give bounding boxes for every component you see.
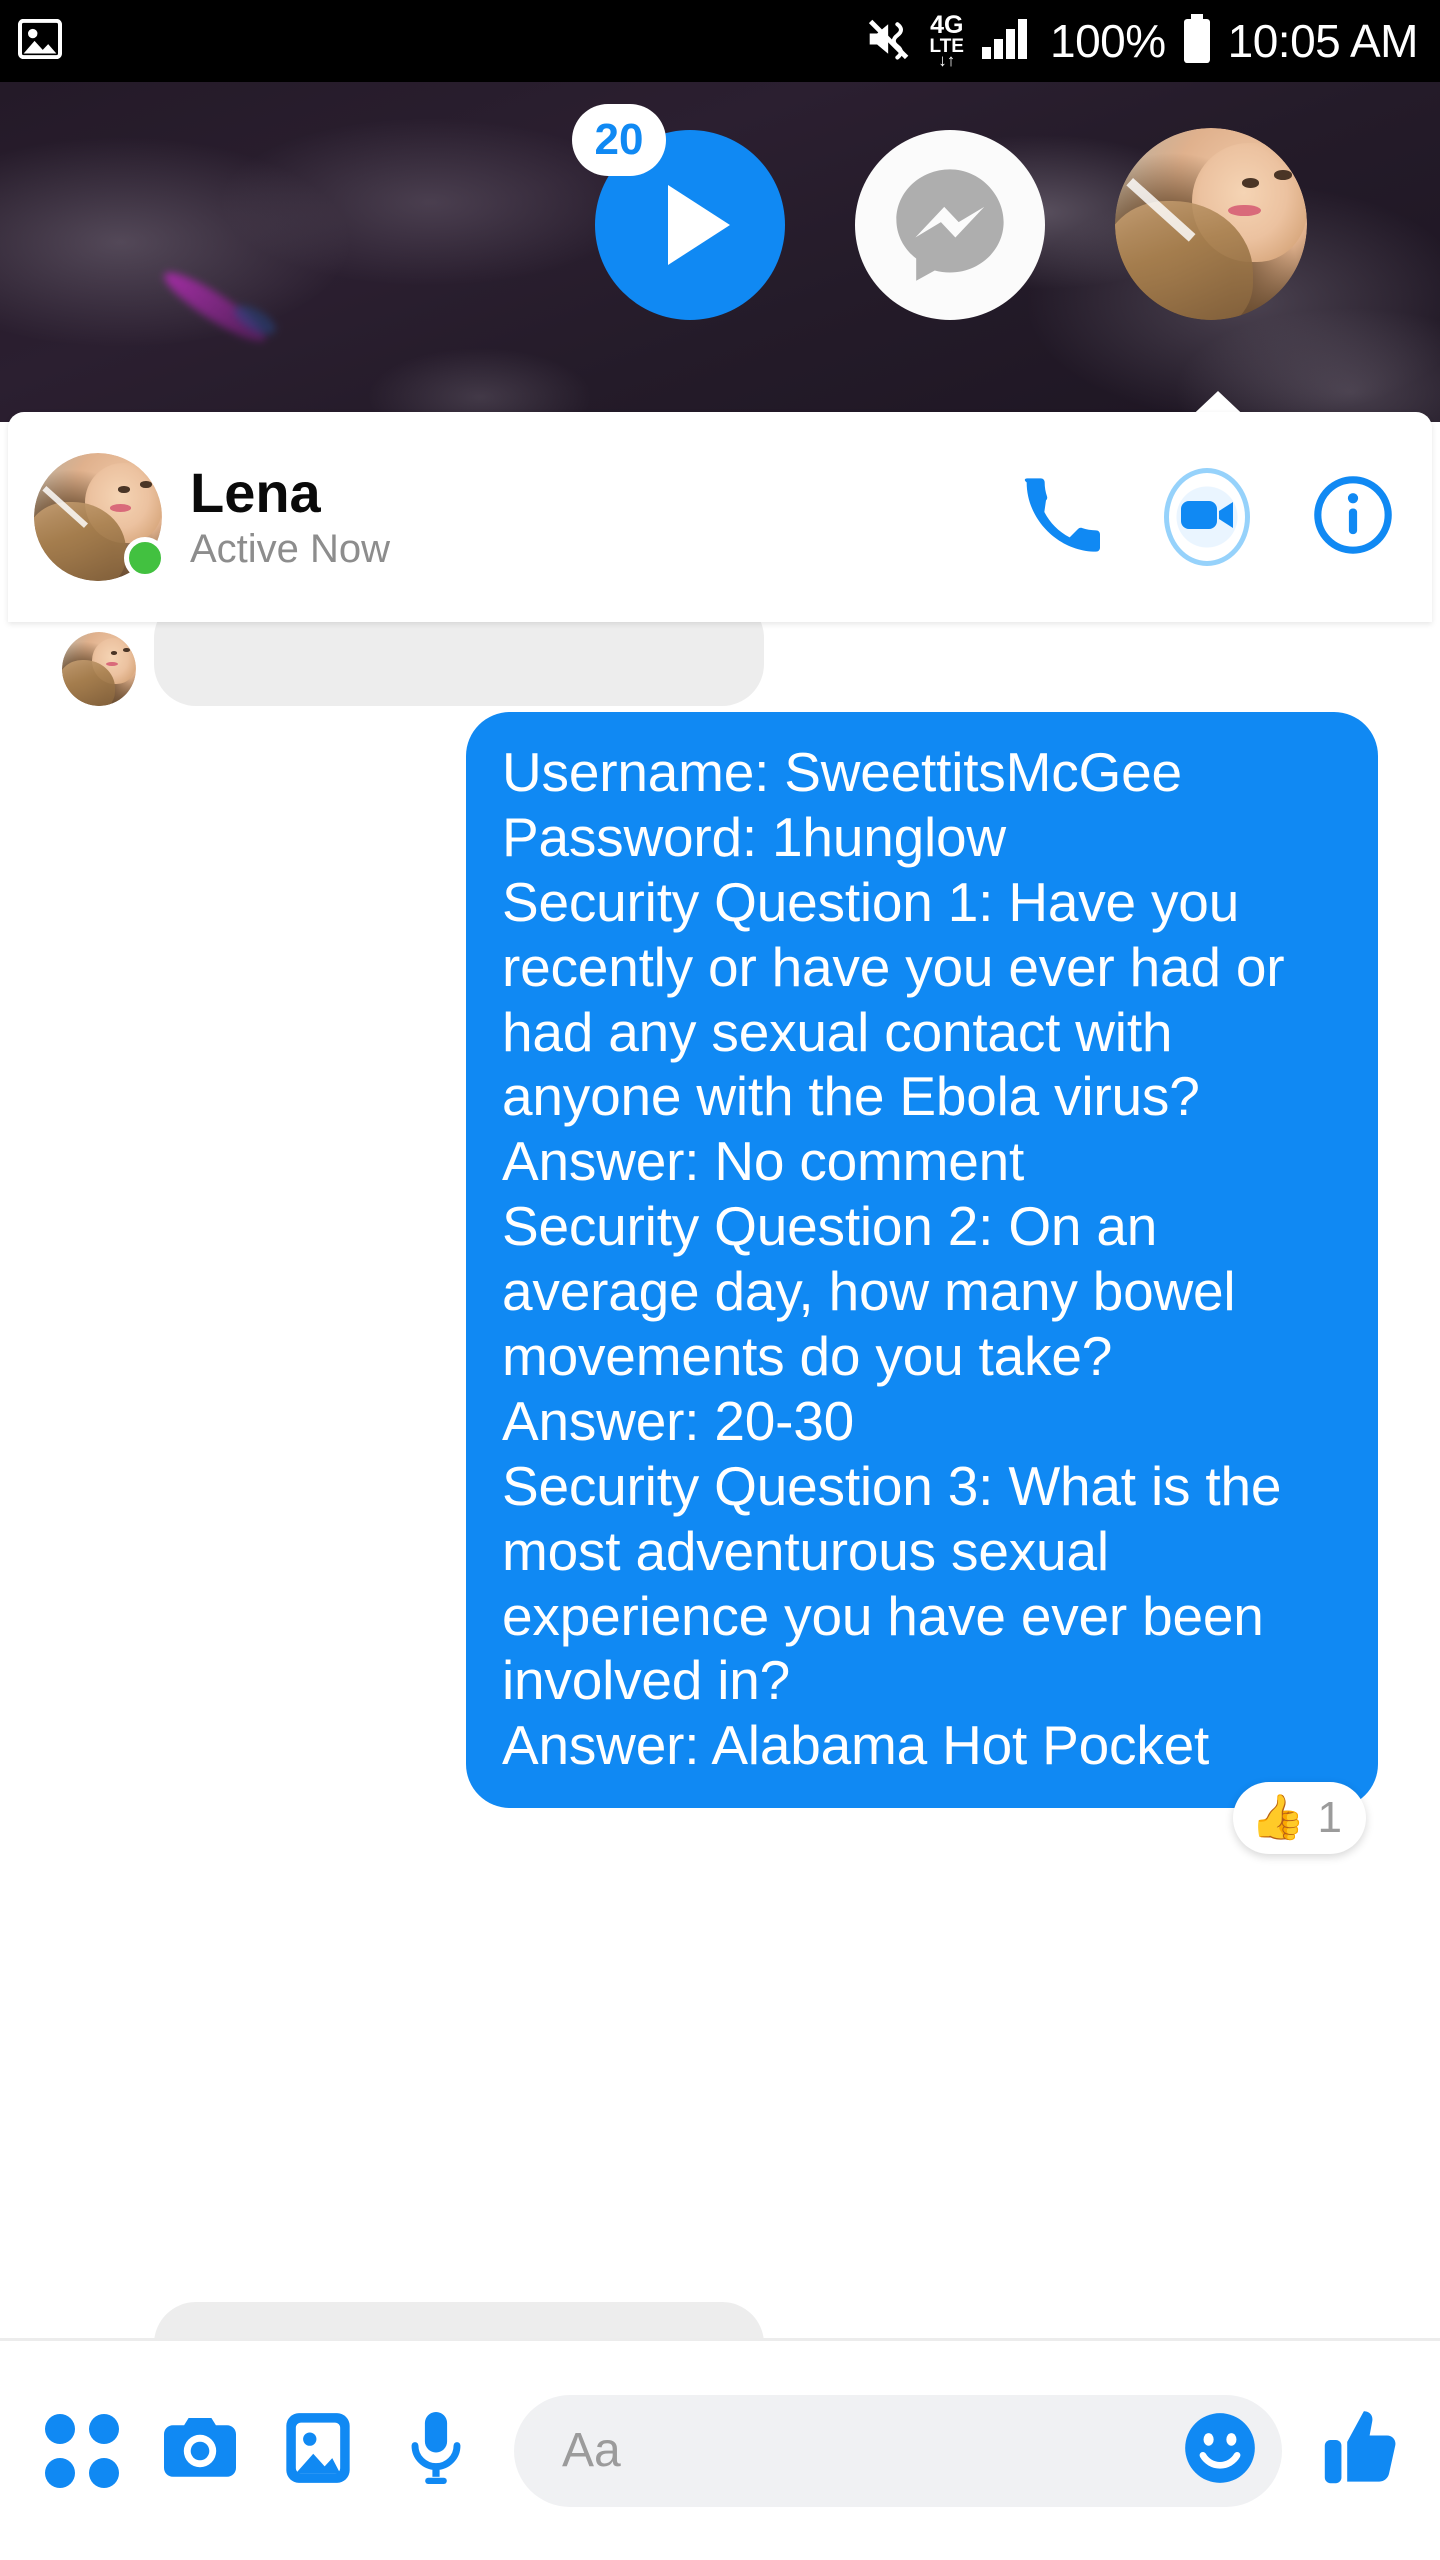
conversation-avatar-wrap[interactable] — [34, 453, 166, 581]
battery-percent: 100% — [1049, 15, 1166, 67]
voice-record-button[interactable] — [390, 2405, 482, 2497]
incoming-message-bubble[interactable] — [154, 2302, 764, 2338]
clock: 10:05 AM — [1227, 15, 1419, 67]
avatar-detail — [1274, 170, 1292, 180]
thumbs-up-icon: 👍 — [1250, 1793, 1306, 1843]
battery-full-icon — [1182, 13, 1212, 69]
chat-head-messenger[interactable] — [855, 130, 1045, 320]
incoming-message-bubble[interactable] — [154, 622, 764, 706]
conversation-identity: Lena Active Now — [190, 460, 391, 572]
video-call-button[interactable] — [1164, 468, 1250, 566]
avatar-detail — [118, 486, 130, 493]
chat-head-contact-avatar[interactable] — [1115, 128, 1307, 320]
online-status-dot — [124, 537, 166, 579]
outgoing-message-bubble[interactable]: Username: SweettitsMcGee Password: 1hung… — [466, 712, 1378, 1809]
contact-status: Active Now — [190, 527, 391, 572]
message-input-placeholder: Aa — [562, 2423, 621, 2477]
camera-icon — [161, 2412, 239, 2489]
message-row-incoming[interactable] — [0, 2302, 764, 2338]
messenger-logo-icon — [884, 157, 1016, 294]
image-icon — [283, 2410, 353, 2491]
avatar — [1115, 128, 1307, 320]
voice-call-button[interactable] — [1018, 474, 1104, 560]
smiley-icon — [1182, 2410, 1258, 2491]
avatar-detail — [109, 504, 132, 512]
avatar-detail — [1126, 177, 1196, 242]
camera-button[interactable] — [154, 2405, 246, 2497]
avatar-detail — [1228, 204, 1261, 217]
emoji-button[interactable] — [1180, 2411, 1260, 2491]
video-call-ring — [1164, 468, 1250, 566]
signal-bars-icon — [980, 17, 1034, 66]
status-bar-left — [18, 18, 62, 64]
message-row-outgoing[interactable]: Username: SweettitsMcGee Password: 1hung… — [466, 712, 1378, 1855]
avatar-detail — [123, 648, 131, 652]
microphone-icon — [406, 2408, 466, 2493]
conversation-info-button[interactable] — [1310, 474, 1396, 560]
reaction-count: 1 — [1317, 1793, 1342, 1843]
composer-toolbar: Aa — [0, 2341, 1440, 2560]
message-input[interactable]: Aa — [514, 2394, 1282, 2507]
video-camera-icon — [1179, 495, 1235, 540]
message-list[interactable]: Username: SweettitsMcGee Password: 1hung… — [0, 622, 1440, 2338]
status-bar-right: 4G LTE ↓↑ 100% 10:05 AM — [866, 11, 1419, 71]
like-button[interactable] — [1314, 2405, 1406, 2497]
avatar — [62, 632, 136, 706]
avatar-detail — [110, 651, 118, 655]
image-icon — [18, 18, 62, 64]
mute-icon — [866, 16, 914, 67]
wallpaper-nebula — [157, 263, 273, 351]
contact-name: Lena — [190, 460, 321, 524]
avatar-detail — [105, 661, 119, 667]
avatar-detail — [41, 486, 88, 529]
info-icon — [1312, 474, 1394, 561]
unread-badge: 20 — [572, 104, 666, 176]
thumbs-up-icon — [1321, 2408, 1399, 2493]
data-arrows-icon: ↓↑ — [938, 51, 956, 71]
play-icon — [668, 185, 730, 265]
status-bar: 4G LTE ↓↑ 100% 10:05 AM — [0, 0, 1440, 82]
avatar-detail — [140, 481, 152, 488]
gallery-button[interactable] — [272, 2405, 364, 2497]
grid-dots-icon — [45, 2413, 119, 2488]
message-reaction[interactable]: 👍 1 — [1232, 1782, 1366, 1855]
conversation-actions — [1018, 468, 1396, 566]
phone-icon — [1021, 475, 1101, 560]
network-type-icon: 4G LTE ↓↑ — [929, 11, 964, 71]
avatar-detail — [1241, 177, 1259, 188]
avatar-art — [62, 632, 136, 706]
conversation-header: Lena Active Now — [8, 412, 1432, 622]
messenger-screen: 4G LTE ↓↑ 100% 10:05 AM 20 Lena Active N… — [0, 0, 1440, 2560]
chat-head-play-button[interactable]: 20 — [572, 104, 785, 320]
message-row-incoming[interactable] — [0, 622, 764, 706]
more-apps-button[interactable] — [36, 2405, 128, 2497]
